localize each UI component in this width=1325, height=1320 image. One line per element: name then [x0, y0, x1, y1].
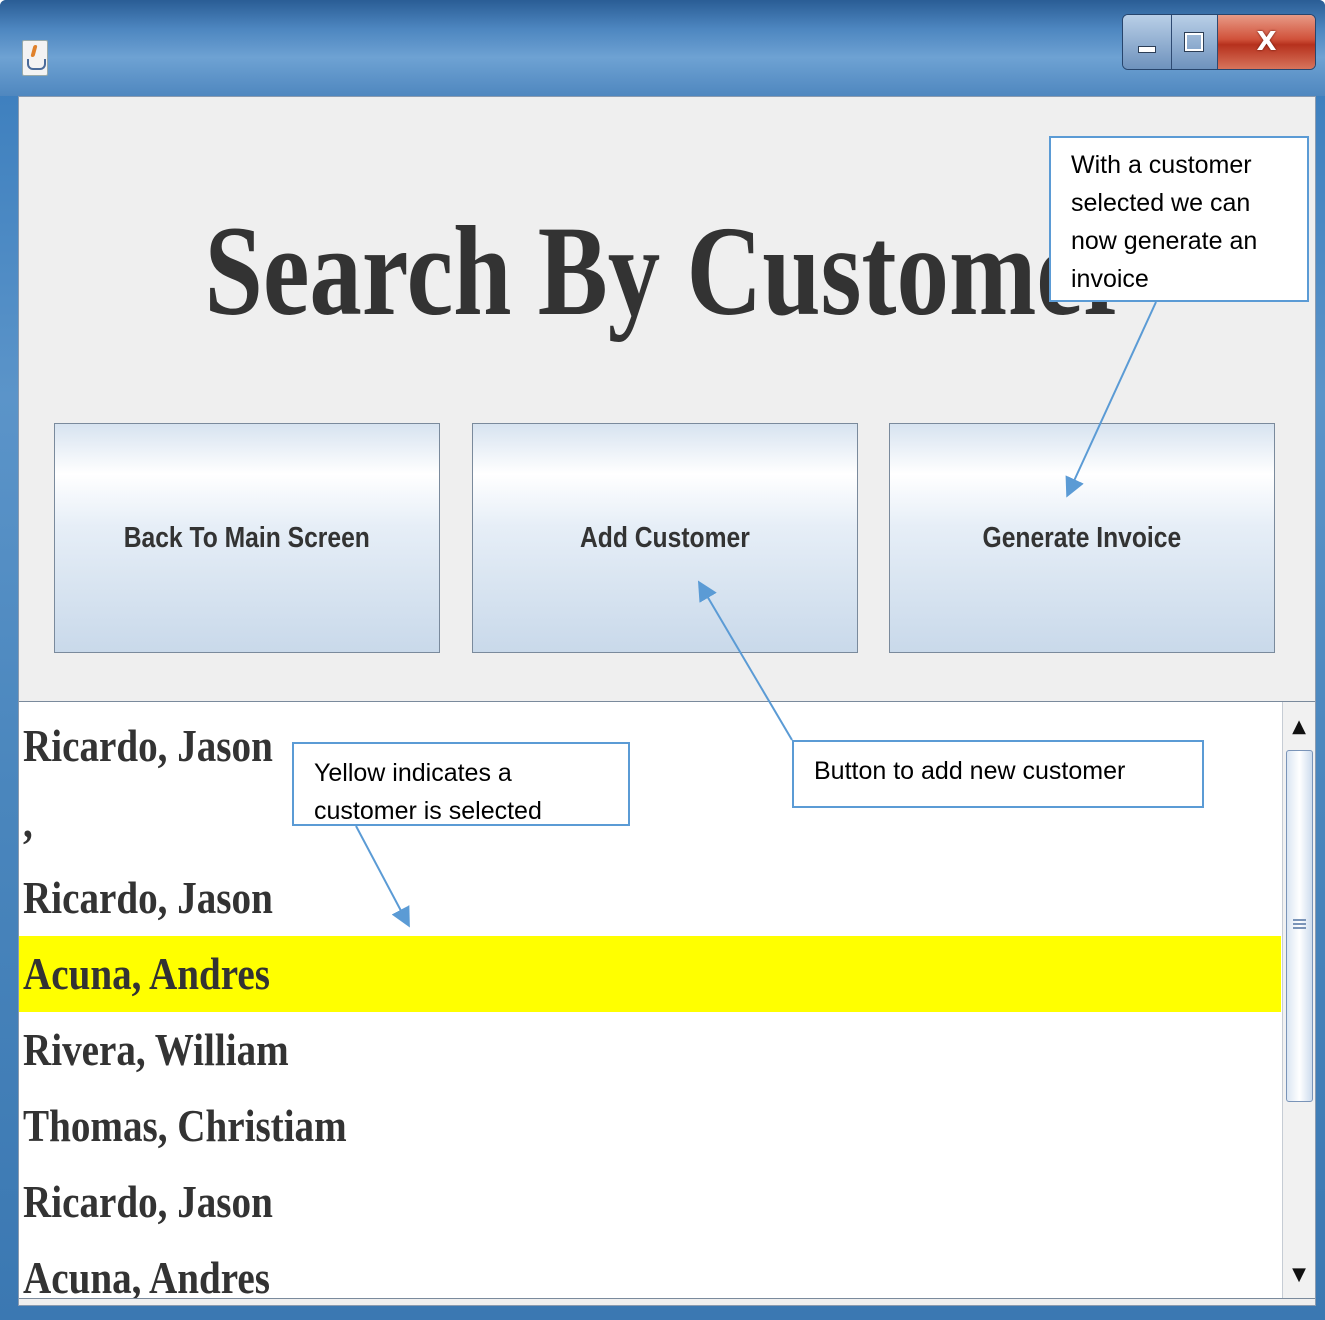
- minimize-button[interactable]: [1123, 15, 1172, 69]
- back-button-label: Back To Main Screen: [123, 521, 371, 554]
- title-bar[interactable]: X: [0, 0, 1325, 96]
- maximize-icon: [1184, 32, 1205, 52]
- minimize-icon: [1137, 45, 1156, 53]
- callout-generate-invoice: With a customer selected we can now gene…: [1049, 136, 1309, 302]
- close-icon: X: [1256, 27, 1277, 57]
- close-button[interactable]: X: [1218, 15, 1315, 69]
- list-item-selected[interactable]: Acuna, Andres: [19, 936, 1281, 1012]
- java-cup-icon[interactable]: [22, 40, 48, 76]
- add-customer-button[interactable]: Add Customer: [472, 423, 858, 653]
- grip-icon: [1293, 919, 1306, 929]
- generate-invoice-button[interactable]: Generate Invoice: [889, 423, 1275, 653]
- list-item[interactable]: Acuna, Andres: [19, 1240, 1281, 1298]
- scroll-up-icon[interactable]: ▲: [1285, 706, 1313, 746]
- vertical-scrollbar[interactable]: ▲ ▼: [1282, 702, 1315, 1298]
- scroll-thumb[interactable]: [1286, 750, 1313, 1102]
- callout-selection: Yellow indicates a customer is selected: [292, 742, 630, 826]
- back-to-main-button[interactable]: Back To Main Screen: [54, 423, 440, 653]
- maximize-button[interactable]: [1171, 15, 1219, 69]
- list-item[interactable]: Ricardo, Jason: [19, 860, 1281, 936]
- scroll-down-icon[interactable]: ▼: [1285, 1254, 1313, 1294]
- invoice-button-label: Generate Invoice: [982, 521, 1182, 554]
- add-button-label: Add Customer: [580, 521, 750, 554]
- list-item[interactable]: Rivera, William: [19, 1012, 1281, 1088]
- callout-add-customer: Button to add new customer: [792, 740, 1204, 808]
- list-item[interactable]: Thomas, Christiam: [19, 1088, 1281, 1164]
- list-item[interactable]: Ricardo, Jason: [19, 1164, 1281, 1240]
- page-title: Search By Customer: [204, 200, 1130, 342]
- window-controls: X: [1122, 14, 1316, 70]
